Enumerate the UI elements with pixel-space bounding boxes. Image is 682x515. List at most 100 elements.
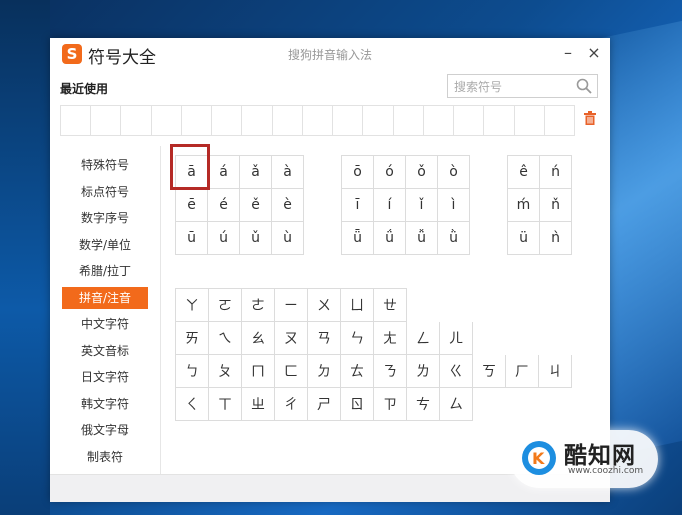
sidebar-item[interactable]: 希腊/拉丁	[62, 260, 148, 282]
symbol-cell[interactable]: ū	[176, 222, 208, 255]
symbol-cell[interactable]: ü	[508, 222, 540, 255]
symbol-cell[interactable]: ㄛ	[209, 289, 242, 322]
symbol-cell[interactable]: ň	[540, 189, 572, 222]
search-input[interactable]	[452, 77, 574, 97]
sidebar-item[interactable]: 制表符	[62, 446, 148, 468]
symbol-cell[interactable]: ㄌ	[407, 355, 440, 388]
recent-slot[interactable]	[393, 106, 424, 136]
symbol-cell[interactable]: ㄏ	[506, 355, 539, 388]
symbol-cell[interactable]: è	[272, 189, 304, 222]
symbol-cell[interactable]: ㄝ	[374, 289, 407, 322]
symbol-cell[interactable]: ǜ	[438, 222, 470, 255]
symbol-cell[interactable]: ㄊ	[341, 355, 374, 388]
symbol-cell[interactable]: ǎ	[240, 156, 272, 189]
symbol-cell[interactable]: ㄜ	[242, 289, 275, 322]
sidebar-item[interactable]: 数字序号	[62, 207, 148, 229]
symbol-cell[interactable]: ㄉ	[308, 355, 341, 388]
recent-slot[interactable]	[121, 106, 152, 136]
recent-slot[interactable]	[363, 106, 394, 136]
sidebar-item[interactable]: 特殊符号	[62, 154, 148, 176]
symbol-cell[interactable]: ㄅ	[176, 355, 209, 388]
symbol-cell[interactable]: ㄩ	[341, 289, 374, 322]
symbol-cell[interactable]: ㄣ	[341, 322, 374, 355]
symbol-cell[interactable]: ㄨ	[308, 289, 341, 322]
symbol-cell[interactable]: ㄤ	[374, 322, 407, 355]
symbol-cell[interactable]: ǚ	[406, 222, 438, 255]
recent-slot[interactable]	[302, 106, 334, 136]
recent-slot[interactable]	[333, 106, 364, 136]
symbol-cell[interactable]: ㄒ	[209, 388, 242, 421]
symbol-cell[interactable]: ㄑ	[176, 388, 209, 421]
sidebar-item[interactable]: 标点符号	[62, 181, 148, 203]
symbol-cell[interactable]: ㄙ	[440, 388, 473, 421]
symbol-cell[interactable]: ㄥ	[407, 322, 440, 355]
symbol-cell[interactable]: ㄖ	[341, 388, 374, 421]
recent-slot[interactable]	[514, 106, 545, 136]
recent-slot[interactable]	[272, 106, 303, 136]
sidebar-item[interactable]: 数学/单位	[62, 234, 148, 256]
symbol-cell[interactable]: ㄠ	[242, 322, 275, 355]
symbol-cell[interactable]: ㄕ	[308, 388, 341, 421]
symbol-cell[interactable]: ǖ	[342, 222, 374, 255]
sidebar-item[interactable]: 韩文字符	[62, 393, 148, 415]
sidebar-item[interactable]: 拼音/注音	[62, 286, 148, 309]
symbol-cell[interactable]: ㄡ	[275, 322, 308, 355]
recent-slot[interactable]	[544, 106, 575, 136]
recent-slot[interactable]	[484, 106, 515, 136]
symbol-cell[interactable]: ㄗ	[374, 388, 407, 421]
symbol-cell[interactable]: ō	[342, 156, 374, 189]
symbol-cell[interactable]: ǐ	[406, 189, 438, 222]
symbol-cell[interactable]: ù	[272, 222, 304, 255]
symbol-cell[interactable]: ē	[176, 189, 208, 222]
symbol-cell[interactable]: ě	[240, 189, 272, 222]
sidebar-item[interactable]: 中文字符	[62, 313, 148, 335]
minimize-button[interactable]: –	[557, 41, 579, 65]
symbol-cell[interactable]: ㄍ	[440, 355, 473, 388]
symbol-cell[interactable]: ㄧ	[275, 289, 308, 322]
recent-slot[interactable]	[181, 106, 213, 136]
symbol-cell[interactable]: ㄢ	[308, 322, 341, 355]
close-button[interactable]: ×	[583, 41, 605, 65]
symbol-cell[interactable]: ㄔ	[275, 388, 308, 421]
symbol-cell[interactable]: ㄓ	[242, 388, 275, 421]
symbol-cell[interactable]: ㄚ	[176, 289, 209, 322]
symbol-cell[interactable]: ǹ	[540, 222, 572, 255]
recent-slot[interactable]	[454, 106, 485, 136]
symbol-cell[interactable]: ú	[208, 222, 240, 255]
symbol-cell[interactable]: í	[374, 189, 406, 222]
search-icon[interactable]	[575, 77, 593, 95]
symbol-cell[interactable]: ㄟ	[209, 322, 242, 355]
symbol-cell[interactable]: ò	[438, 156, 470, 189]
symbol-cell[interactable]: ㄈ	[275, 355, 308, 388]
sidebar-item[interactable]: 俄文字母	[62, 419, 148, 441]
symbol-cell[interactable]: ǒ	[406, 156, 438, 189]
symbol-cell[interactable]: ㄆ	[209, 355, 242, 388]
trash-icon[interactable]	[584, 111, 596, 125]
symbol-cell[interactable]: é	[208, 189, 240, 222]
symbol-cell[interactable]: ㄇ	[242, 355, 275, 388]
symbol-cell[interactable]: à	[272, 156, 304, 189]
symbol-cell[interactable]: ḿ	[508, 189, 540, 222]
symbol-cell[interactable]: ā	[176, 156, 208, 189]
symbol-cell[interactable]: ㄘ	[407, 388, 440, 421]
symbol-cell[interactable]: ń	[540, 156, 572, 189]
search-box[interactable]	[447, 74, 598, 98]
symbol-cell[interactable]: ㄞ	[176, 322, 209, 355]
sidebar-item[interactable]: 英文音标	[62, 340, 148, 362]
symbol-cell[interactable]: ㄎ	[473, 355, 506, 388]
symbol-cell[interactable]: ㄦ	[440, 322, 473, 355]
symbol-cell[interactable]: ǘ	[374, 222, 406, 255]
symbol-cell[interactable]: ī	[342, 189, 374, 222]
symbol-cell[interactable]: ǔ	[240, 222, 272, 255]
recent-slot[interactable]	[212, 106, 243, 136]
symbol-cell[interactable]: á	[208, 156, 240, 189]
symbol-cell[interactable]: ó	[374, 156, 406, 189]
recent-slot[interactable]	[151, 106, 182, 136]
recent-slot[interactable]	[91, 106, 122, 136]
recent-slot[interactable]	[423, 106, 455, 136]
sidebar-item[interactable]: 日文字符	[62, 366, 148, 388]
recent-slot[interactable]	[61, 106, 92, 136]
symbol-cell[interactable]: ê	[508, 156, 540, 189]
symbol-cell[interactable]: ㄐ	[539, 355, 572, 388]
recent-slot[interactable]	[242, 106, 273, 136]
